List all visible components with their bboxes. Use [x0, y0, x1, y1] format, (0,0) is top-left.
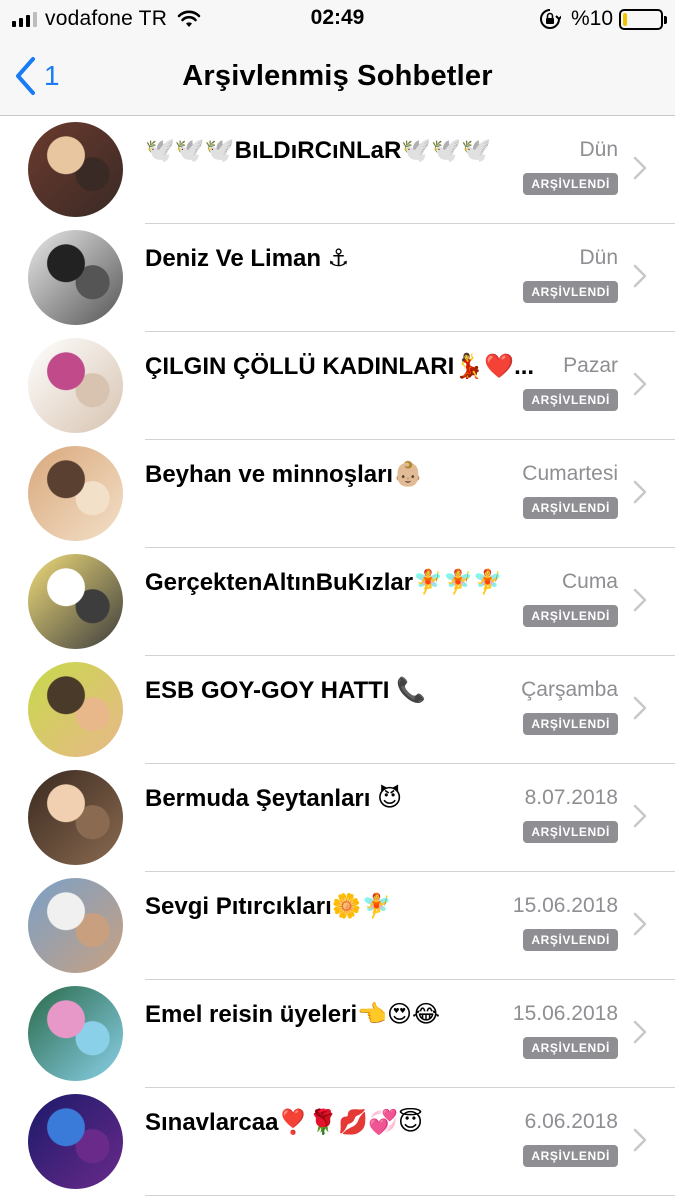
- archived-badge: ARŞİVLENDİ: [523, 281, 618, 303]
- chat-row[interactable]: Deniz Ve Liman ⚓ Dün ARŞİVLENDİ: [0, 224, 675, 332]
- status-right: %10: [539, 6, 667, 32]
- chevron-right-icon: [633, 264, 647, 288]
- chat-row[interactable]: ESB GOY-GOY HATTI 📞 Çarşamba ARŞİVLENDİ: [0, 656, 675, 764]
- chat-date: 15.06.2018: [512, 1002, 618, 1025]
- chat-date: 6.06.2018: [524, 1110, 618, 1133]
- chat-date: Çarşamba: [521, 678, 618, 701]
- chat-date: Cumartesi: [522, 462, 618, 485]
- status-bar: vodafone TR 02:49 %10: [0, 0, 675, 38]
- avatar[interactable]: [28, 770, 123, 865]
- chat-row[interactable]: Emel reisin üyeleri👈😍😂 15.06.2018 ARŞİVL…: [0, 980, 675, 1088]
- chat-name: Bermuda Şeytanları 😈: [145, 785, 403, 812]
- chat-date: Cuma: [561, 570, 618, 593]
- chat-name: Emel reisin üyeleri👈😍😂: [145, 1001, 441, 1028]
- avatar[interactable]: [28, 878, 123, 973]
- chat-name: Deniz Ve Liman ⚓: [145, 245, 350, 272]
- page-title: Arşivlenmiş Sohbetler: [182, 60, 493, 92]
- chevron-right-icon: [633, 804, 647, 828]
- chevron-right-icon: [633, 1128, 647, 1152]
- chat-row[interactable]: Sevgi Pıtırcıkları🌼🧚 15.06.2018 ARŞİVLEN…: [0, 872, 675, 980]
- archived-badge: ARŞİVLENDİ: [523, 929, 618, 951]
- chat-name: Sınavlarcaa❣️🌹💋💞😇: [145, 1109, 423, 1136]
- chat-date: Dün: [579, 138, 618, 161]
- avatar[interactable]: [28, 230, 123, 325]
- chevron-right-icon: [633, 588, 647, 612]
- archived-badge: ARŞİVLENDİ: [523, 173, 618, 195]
- chat-list: 🕊️🕊️🕊️BıLDıRCıNLaR🕊️🕊️🕊️ Dün ARŞİVLENDİ …: [0, 116, 675, 1196]
- chat-row[interactable]: Beyhan ve minnoşları👶🏼 Cumartesi ARŞİVLE…: [0, 440, 675, 548]
- archived-badge: ARŞİVLENDİ: [523, 389, 618, 411]
- row-separator: [145, 1195, 675, 1196]
- battery-percent: %10: [570, 7, 613, 30]
- avatar[interactable]: [28, 1094, 123, 1189]
- rotation-lock-icon: [540, 9, 561, 29]
- chat-name: Sevgi Pıtırcıkları🌼🧚: [145, 893, 392, 920]
- chat-name: GerçektenAltınBuKızlar🧚🧚🧚: [145, 569, 503, 596]
- chat-name: 🕊️🕊️🕊️BıLDıRCıNLaR🕊️🕊️🕊️: [145, 137, 491, 164]
- chat-row[interactable]: ÇILGIN ÇÖLLÜ KADINLARI💃❤️... Pazar ARŞİV…: [0, 332, 675, 440]
- chat-name: ESB GOY-GOY HATTI 📞: [145, 677, 427, 704]
- chevron-right-icon: [633, 156, 647, 180]
- chevron-right-icon: [633, 912, 647, 936]
- archived-badge: ARŞİVLENDİ: [523, 821, 618, 843]
- chat-row[interactable]: GerçektenAltınBuKızlar🧚🧚🧚 Cuma ARŞİVLEND…: [0, 548, 675, 656]
- archived-badge: ARŞİVLENDİ: [523, 497, 618, 519]
- avatar[interactable]: [28, 662, 123, 757]
- chat-name: ÇILGIN ÇÖLLÜ KADINLARI💃❤️...: [145, 353, 535, 380]
- battery-level: [623, 12, 627, 26]
- avatar[interactable]: [28, 986, 123, 1081]
- chat-row[interactable]: 🕊️🕊️🕊️BıLDıRCıNLaR🕊️🕊️🕊️ Dün ARŞİVLENDİ: [0, 116, 675, 224]
- avatar[interactable]: [28, 554, 123, 649]
- chat-date: Pazar: [563, 354, 618, 377]
- avatar[interactable]: [28, 338, 123, 433]
- chevron-right-icon: [633, 1020, 647, 1044]
- avatar[interactable]: [28, 122, 123, 217]
- archived-badge: ARŞİVLENDİ: [523, 713, 618, 735]
- avatar[interactable]: [28, 446, 123, 541]
- chevron-right-icon: [633, 696, 647, 720]
- chat-date: 15.06.2018: [512, 894, 618, 917]
- archived-badge: ARŞİVLENDİ: [523, 605, 618, 627]
- archived-badge: ARŞİVLENDİ: [523, 1037, 618, 1059]
- archived-badge: ARŞİVLENDİ: [523, 1145, 618, 1167]
- battery-icon: [619, 8, 667, 30]
- chat-name: Beyhan ve minnoşları👶🏼: [145, 461, 423, 488]
- chevron-right-icon: [633, 372, 647, 396]
- chat-row[interactable]: Bermuda Şeytanları 😈 8.07.2018 ARŞİVLEND…: [0, 764, 675, 872]
- chat-row[interactable]: Sınavlarcaa❣️🌹💋💞😇 6.06.2018 ARŞİVLENDİ: [0, 1088, 675, 1196]
- navigation-bar: 1 Arşivlenmiş Sohbetler: [0, 38, 675, 116]
- chat-date: Dün: [579, 246, 618, 269]
- chevron-right-icon: [633, 480, 647, 504]
- chat-date: 8.07.2018: [524, 786, 618, 809]
